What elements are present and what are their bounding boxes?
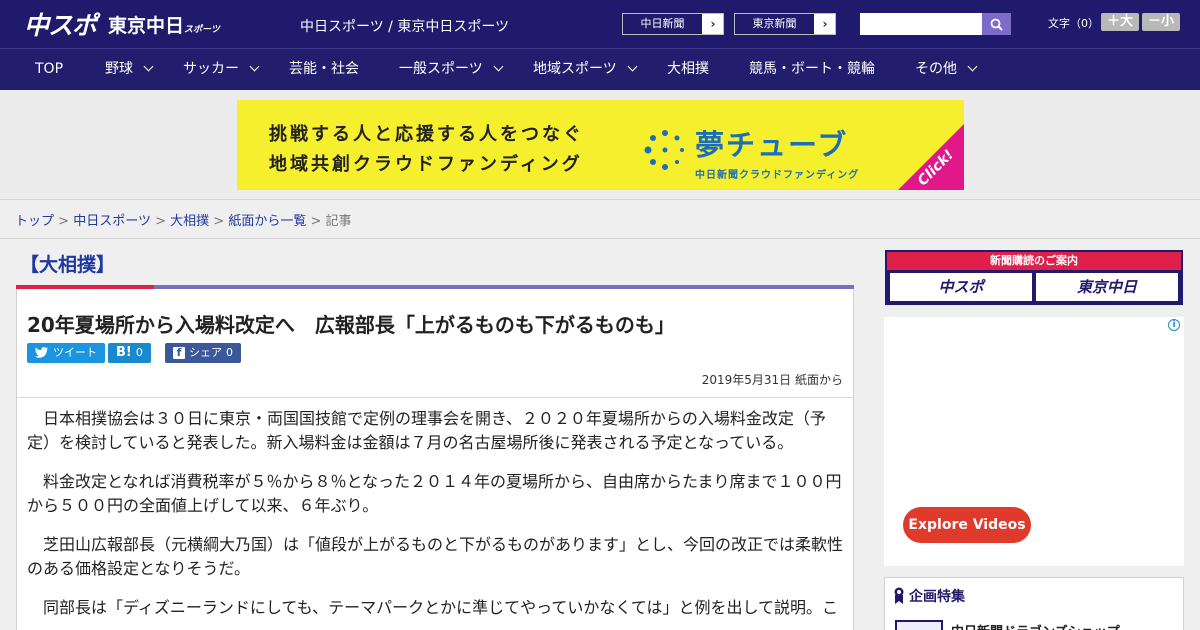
feature-thumbnail [895, 620, 943, 630]
logo-chuspo: 中スポ [24, 11, 97, 40]
search-input[interactable] [860, 13, 982, 35]
breadcrumb-chunichi-sports[interactable]: 中日スポーツ [73, 214, 151, 229]
ad-info-icon[interactable]: i [1168, 319, 1180, 331]
chevron-right-icon: › [815, 14, 835, 34]
chevron-right-icon: › [703, 14, 723, 34]
section-label: 【大相撲】 [20, 254, 116, 276]
article-divider [17, 397, 853, 398]
nav-item-racing[interactable]: 競馬・ボート・競輪 [749, 49, 875, 90]
article-headline: 20年夏場所から入場料改定へ 広報部長「上がるものも下がるものも」 [27, 313, 675, 337]
logo-tokyo-chunichi: 東京中日スポーツ [108, 14, 220, 37]
chevron-down-icon [143, 61, 154, 72]
subscribe-tokyo-chunichi-button[interactable]: 東京中日 [1036, 273, 1178, 301]
breadcrumb-current: 記事 [325, 214, 352, 229]
main-nav: TOP 野球 サッカー 芸能・社会 一般スポーツ 地域スポーツ 大相撲 競馬・ボ… [0, 48, 1200, 90]
subscribe-chuspo-button[interactable]: 中スポ [890, 273, 1032, 301]
breadcrumb-divider [0, 238, 1200, 239]
breadcrumb-paper-list[interactable]: 紙面から一覧 [228, 214, 306, 229]
nav-item-entertainment[interactable]: 芸能・社会 [289, 49, 359, 90]
search-icon [990, 18, 1003, 31]
tweet-button[interactable]: ツイート [27, 343, 105, 363]
banner-copy: 挑戦する人と応援する人をつなぐ 地域共創クラウドファンディング [269, 124, 584, 175]
hatena-icon: B! [116, 345, 132, 360]
chunichi-shimbun-button[interactable]: 中日新聞 › [622, 13, 724, 35]
nav-item-general-sports[interactable]: 一般スポーツ [399, 49, 504, 90]
facebook-icon: f [173, 347, 185, 359]
breadcrumb: トップ > 中日スポーツ > 大相撲 > 紙面から一覧 > 記事 [15, 214, 352, 229]
font-size-decrease-button[interactable]: －小 [1142, 13, 1180, 31]
article-date: 2019年5月31日 紙面から [701, 373, 843, 387]
hatena-bookmark-button[interactable]: B! 0 [108, 343, 151, 363]
nav-item-baseball[interactable]: 野球 [105, 49, 154, 90]
nav-item-top[interactable]: TOP [35, 49, 63, 90]
search-button[interactable] [982, 13, 1011, 35]
ribbon-icon [894, 587, 904, 604]
nav-item-local-sports[interactable]: 地域スポーツ [533, 49, 638, 90]
chevron-down-icon [967, 61, 978, 72]
banner-brand: 夢チューブ 中日新聞クラウドファンディング [695, 128, 860, 181]
breadcrumb-sumo[interactable]: 大相撲 [170, 214, 209, 229]
font-size-increase-button[interactable]: ＋大 [1101, 13, 1139, 31]
nav-item-soccer[interactable]: サッカー [183, 49, 260, 90]
feature-title: 企画特集 [893, 586, 965, 606]
subscription-panel: 新聞購読のご案内 中スポ 東京中日 [885, 250, 1183, 305]
yume-tube-banner[interactable]: 挑戦する人と応援する人をつなぐ 地域共創クラウドファンディング 夢チューブ 中日… [237, 100, 964, 190]
twitter-bird-icon [35, 347, 49, 358]
chevron-down-icon [627, 61, 638, 72]
site-links[interactable]: 中日スポーツ / 東京中日スポーツ [300, 16, 509, 36]
breadcrumb-top[interactable]: トップ [15, 214, 54, 229]
chevron-down-icon [493, 61, 504, 72]
feature-item[interactable]: 中日新聞ドラゴンズショップ [895, 620, 1120, 630]
article-body: 日本相撲協会は３０日に東京・両国国技館で定例の理事会を開き、２０２０年夏場所から… [27, 407, 845, 630]
tokyo-shimbun-button[interactable]: 東京新聞 › [734, 13, 836, 35]
site-logo[interactable]: 中スポ 東京中日スポーツ [24, 8, 220, 40]
subscription-heading: 新聞購読のご案内 [887, 252, 1181, 270]
feature-panel: 企画特集 中日新聞ドラゴンズショップ [884, 577, 1184, 630]
font-size-label: 文字（0） [1048, 17, 1099, 30]
banner-area: 挑戦する人と応援する人をつなぐ 地域共創クラウドファンディング 夢チューブ 中日… [0, 90, 1200, 200]
article-paragraph: 料金改定となれば消費税率が５％から８％となった２０１４年の夏場所から、自由席から… [27, 472, 842, 515]
article-paragraph: 同部長は「ディズニーランドにしても、テーマパークとかに準じてやっていかなくては」… [43, 598, 839, 617]
article-paragraph: 芝田山広報部長（元横綱大乃国）は「値段が上がるものと下がるものがあります」とし、… [27, 535, 844, 578]
nav-item-sumo[interactable]: 大相撲 [667, 49, 709, 90]
facebook-share-button[interactable]: f シェア 0 [165, 343, 241, 363]
dots-logo-icon [644, 130, 684, 170]
article-paragraph: 日本相撲協会は３０日に東京・両国国技館で定例の理事会を開き、２０２０年夏場所から… [27, 409, 826, 452]
chevron-down-icon [249, 61, 260, 72]
video-ad: i Explore Videos [884, 317, 1184, 566]
explore-videos-button[interactable]: Explore Videos [903, 507, 1031, 543]
top-header: 中スポ 東京中日スポーツ 中日スポーツ / 東京中日スポーツ 中日新聞 › 東京… [0, 0, 1200, 48]
nav-item-others[interactable]: その他 [915, 49, 978, 90]
article-card: 20年夏場所から入場料改定へ 広報部長「上がるものも下がるものも」 ツイート B… [16, 289, 854, 630]
